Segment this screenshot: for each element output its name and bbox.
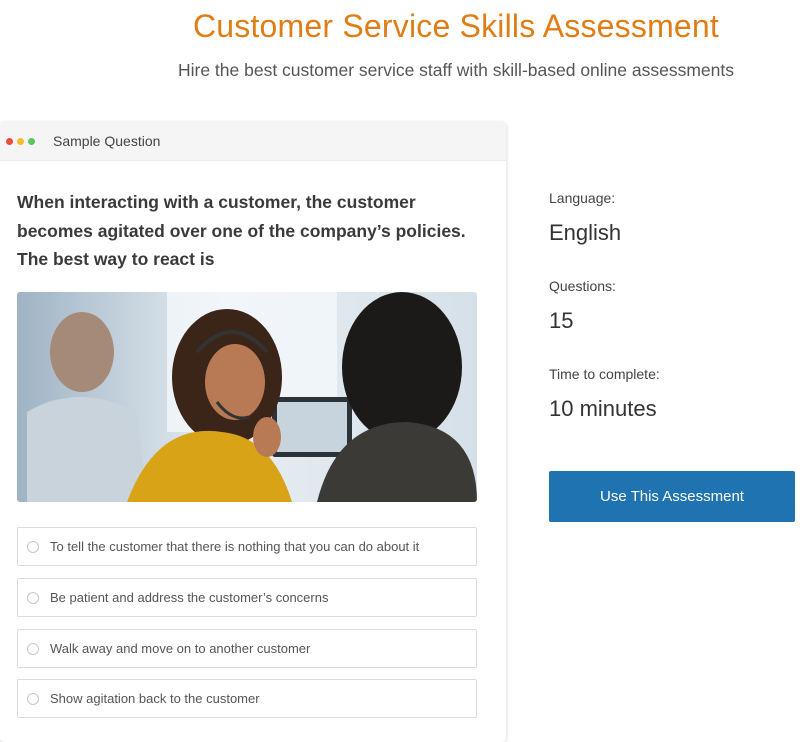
answer-option-4[interactable]: Show agitation back to the customer [17,679,477,718]
card-label: Sample Question [53,133,161,149]
answer-option-2[interactable]: Be patient and address the customer’s co… [17,578,477,617]
option-label: Walk away and move on to another custome… [50,641,311,656]
option-label: To tell the customer that there is nothi… [50,539,420,554]
green-dot-icon [28,137,35,145]
time-label: Time to complete: [549,366,660,382]
radio-icon[interactable] [27,540,39,553]
radio-icon[interactable] [27,591,39,604]
radio-icon[interactable] [27,692,39,705]
question-text: When interacting with a customer, the cu… [17,192,466,269]
time-value: 10 minutes [549,396,657,421]
questions-value: 15 [549,308,574,333]
yellow-dot-icon [17,137,24,145]
answer-option-1[interactable]: To tell the customer that there is nothi… [17,527,477,566]
questions-label: Questions: [549,278,616,294]
red-dot-icon [6,137,13,145]
answer-option-3[interactable]: Walk away and move on to another custome… [17,629,477,668]
page-title: Customer Service Skills Assessment [192,8,720,44]
customer-service-photo [17,292,477,502]
option-label: Be patient and address the customer’s co… [50,590,329,605]
option-label: Show agitation back to the customer [50,691,260,706]
use-assessment-button[interactable]: Use This Assessment [549,471,795,522]
language-label: Language: [549,190,616,206]
radio-icon[interactable] [27,642,39,655]
sample-question-card: Sample Question When interacting with a … [0,122,506,742]
card-header: Sample Question [0,122,506,161]
language-value: English [549,220,622,245]
page-subtitle: Hire the best customer service staff wit… [177,60,735,80]
